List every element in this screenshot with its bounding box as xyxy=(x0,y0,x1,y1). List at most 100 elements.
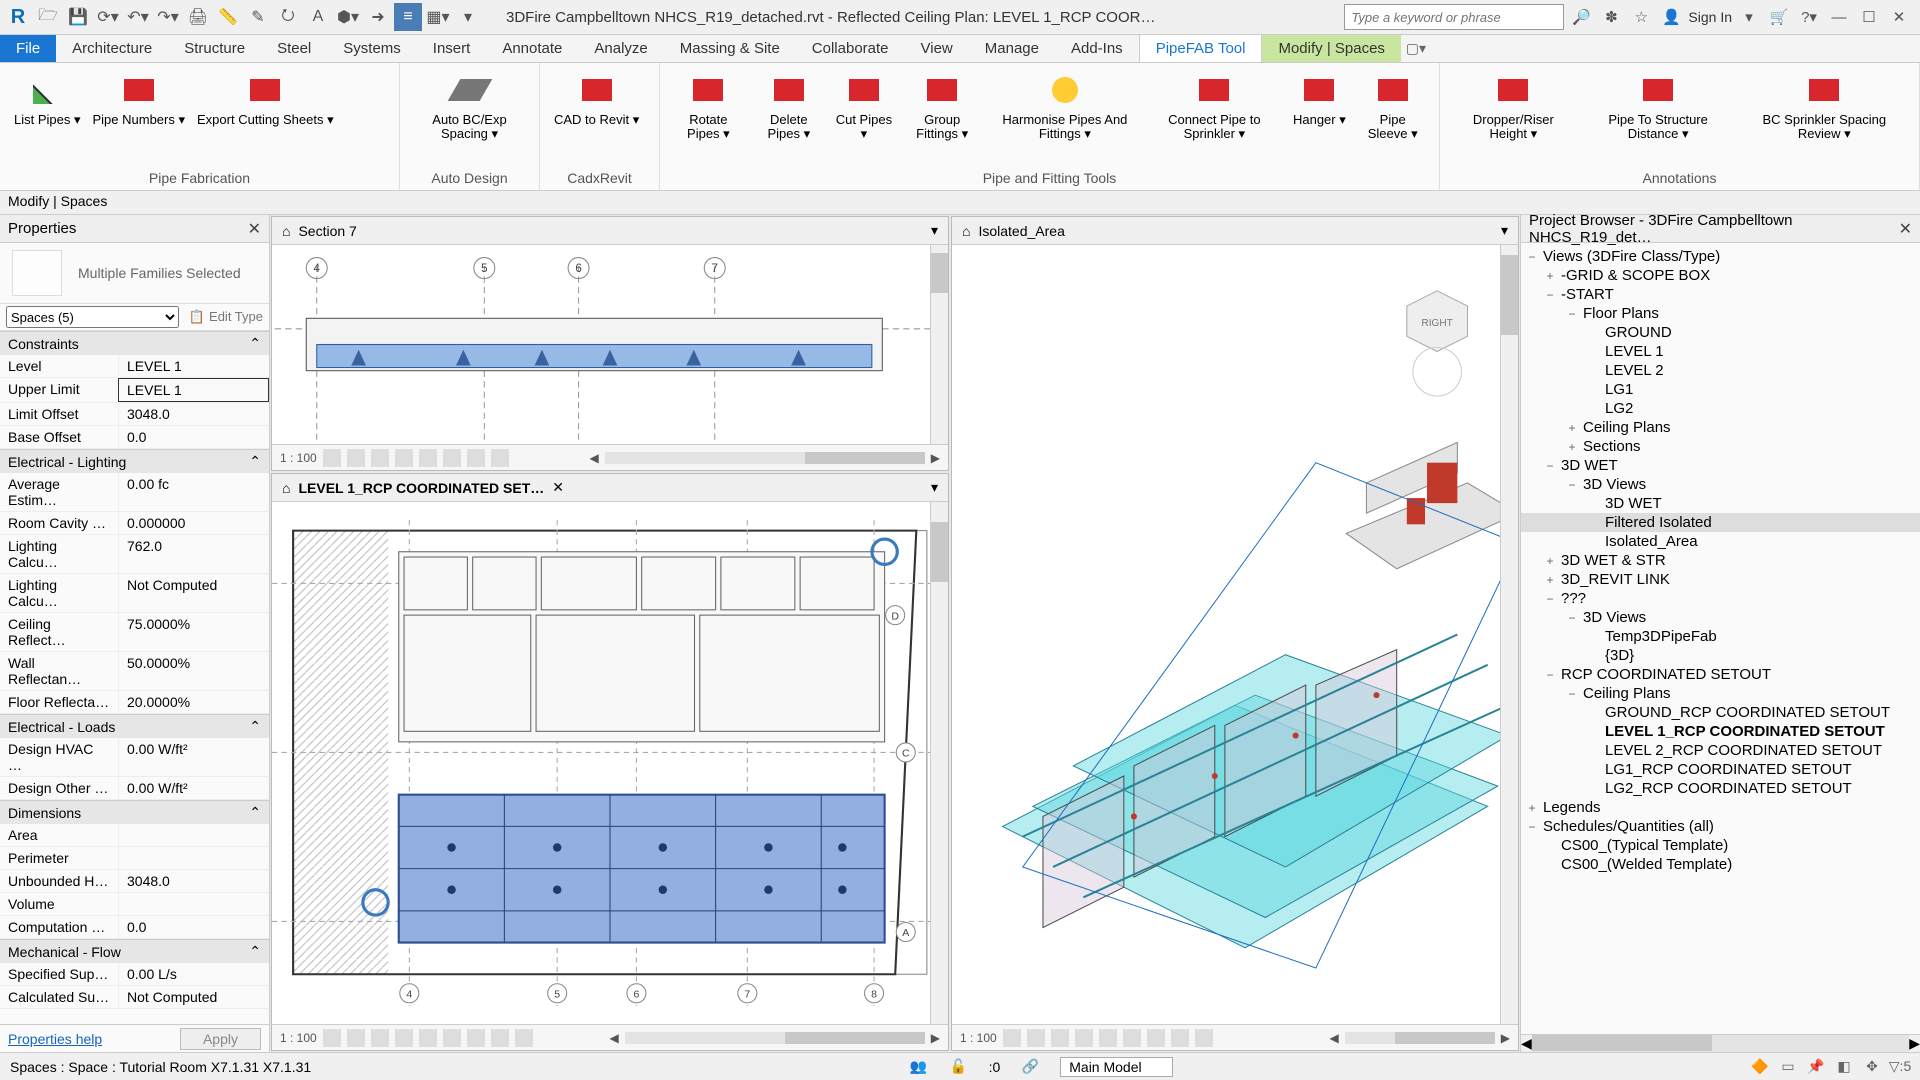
prop-row[interactable]: Volume xyxy=(0,893,269,916)
ribbon-export-cutting-sheets-button[interactable]: Export Cutting Sheets ▾ xyxy=(191,67,340,131)
prop-value[interactable]: 75.0000% xyxy=(118,613,269,651)
prop-group-mechanical-flow[interactable]: Mechanical - Flow⌃ xyxy=(0,939,269,963)
prop-value[interactable]: 3048.0 xyxy=(118,870,269,892)
hscroll-left-icon[interactable]: ◀ xyxy=(590,451,599,465)
ribbon-delete-pipes-button[interactable]: Delete Pipes ▾ xyxy=(749,67,829,146)
tree-node[interactable]: LEVEL 1 xyxy=(1521,342,1920,361)
tree-node[interactable]: LG2_RCP COORDINATED SETOUT xyxy=(1521,779,1920,798)
tree-node[interactable]: 3D WET xyxy=(1521,494,1920,513)
hscroll-left-icon[interactable]: ◀ xyxy=(1330,1031,1339,1045)
tab-insert[interactable]: Insert xyxy=(417,35,487,62)
signin-link[interactable]: Sign In xyxy=(1688,9,1732,25)
prop-value[interactable]: Not Computed xyxy=(118,986,269,1008)
view-home-icon[interactable]: ⌂ xyxy=(962,223,970,239)
ribbon-connect-pipe-to-sprinkler-button[interactable]: Connect Pipe to Sprinkler ▾ xyxy=(1144,67,1284,146)
prop-row[interactable]: Room Cavity …0.000000 xyxy=(0,512,269,535)
ribbon-pipe-sleeve-button[interactable]: Pipe Sleeve ▾ xyxy=(1354,67,1431,146)
tree-node[interactable]: GROUND xyxy=(1521,323,1920,342)
prop-row[interactable]: Floor Reflecta…20.0000% xyxy=(0,691,269,714)
tree-node[interactable]: +3D_REVIT LINK xyxy=(1521,570,1920,589)
filter-icon[interactable]: ▽:5 xyxy=(1890,1057,1910,1077)
qat-sync-icon[interactable]: ⟳▾ xyxy=(94,3,122,31)
user-icon[interactable]: 👤 xyxy=(1658,4,1684,30)
qat-switch-window-icon[interactable]: ▾ xyxy=(454,3,482,31)
vc-hide-icon[interactable] xyxy=(1147,1029,1165,1047)
vc-detail-icon[interactable] xyxy=(1003,1029,1021,1047)
tree-toggle-icon[interactable]: + xyxy=(1525,801,1539,815)
tree-node[interactable]: −Views (3DFire Class/Type) xyxy=(1521,247,1920,266)
minimize-icon[interactable]: — xyxy=(1826,4,1852,30)
tree-node[interactable]: LEVEL 1_RCP COORDINATED SETOUT xyxy=(1521,722,1920,741)
qat-measure-icon[interactable]: 📏 xyxy=(214,3,242,31)
instance-selector[interactable]: Spaces (5) xyxy=(6,306,179,328)
tree-toggle-icon[interactable]: − xyxy=(1565,478,1579,492)
isolated-view-canvas[interactable]: RIGHT xyxy=(952,245,1518,1024)
tree-node[interactable]: CS00_(Typical Template) xyxy=(1521,836,1920,855)
ribbon-auto-bc-exp-spacing-button[interactable]: Auto BC/Exp Spacing ▾ xyxy=(408,67,531,146)
search-icon[interactable]: 🔎 xyxy=(1568,4,1594,30)
tree-toggle-icon[interactable]: + xyxy=(1543,573,1557,587)
browser-hscroll[interactable]: ◀▶ xyxy=(1521,1034,1920,1052)
vc-sun-icon[interactable] xyxy=(371,449,389,467)
tree-toggle-icon[interactable]: − xyxy=(1543,668,1557,682)
hscroll-right-icon[interactable]: ▶ xyxy=(931,451,940,465)
tree-node[interactable]: −Floor Plans xyxy=(1521,304,1920,323)
vc-show-icon[interactable] xyxy=(443,449,461,467)
prop-row[interactable]: Design HVAC …0.00 W/ft² xyxy=(0,738,269,777)
tree-toggle-icon[interactable]: − xyxy=(1565,307,1579,321)
properties-help-link[interactable]: Properties help xyxy=(8,1031,102,1047)
prop-value[interactable]: 0.0 xyxy=(118,916,269,938)
properties-close-icon[interactable]: ✕ xyxy=(248,219,261,239)
prop-row[interactable]: Lighting Calcu…762.0 xyxy=(0,535,269,574)
view-tab-section[interactable]: Section 7 xyxy=(298,223,356,239)
prop-value[interactable]: 20.0000% xyxy=(118,691,269,713)
vc-style-icon[interactable] xyxy=(347,1029,365,1047)
prop-row[interactable]: Wall Reflectan…50.0000% xyxy=(0,652,269,691)
view-scale[interactable]: 1 : 100 xyxy=(280,451,317,465)
prop-row[interactable]: Ceiling Reflect…75.0000% xyxy=(0,613,269,652)
vc-sun-icon[interactable] xyxy=(371,1029,389,1047)
maximize-icon[interactable]: ☐ xyxy=(1856,4,1882,30)
prop-row[interactable]: Computation …0.0 xyxy=(0,916,269,939)
prop-value[interactable]: 50.0000% xyxy=(118,652,269,690)
prop-value[interactable] xyxy=(118,847,269,869)
apply-button[interactable]: Apply xyxy=(180,1028,261,1050)
tree-node[interactable]: −Schedules/Quantities (all) xyxy=(1521,817,1920,836)
view-tab-dropdown-icon[interactable]: ▾ xyxy=(931,222,938,239)
prop-row[interactable]: Unbounded H…3048.0 xyxy=(0,870,269,893)
signin-dropdown-icon[interactable]: ▾ xyxy=(1736,4,1762,30)
prop-value[interactable]: 0.00 L/s xyxy=(118,963,269,985)
vc-shadow-icon[interactable] xyxy=(1075,1029,1093,1047)
prop-row[interactable]: Base Offset0.0 xyxy=(0,426,269,449)
ribbon-list-pipes-button[interactable]: List Pipes ▾ xyxy=(8,67,87,131)
vc-reveal-icon[interactable] xyxy=(491,1029,509,1047)
ribbon-rotate-pipes-button[interactable]: Rotate Pipes ▾ xyxy=(668,67,749,146)
tree-node[interactable]: LG1 xyxy=(1521,380,1920,399)
app-store-icon[interactable]: 🛒 xyxy=(1766,4,1792,30)
prop-row[interactable]: Perimeter xyxy=(0,847,269,870)
tree-node[interactable]: +-GRID & SCOPE BOX xyxy=(1521,266,1920,285)
ribbon-cut-pipes-button[interactable]: Cut Pipes ▾ xyxy=(829,67,899,146)
workset-dropdown[interactable]: Main Model xyxy=(1060,1057,1172,1077)
prop-value[interactable]: 0.00 W/ft² xyxy=(118,777,269,799)
tree-node[interactable]: −-START xyxy=(1521,285,1920,304)
tree-node[interactable]: +Sections xyxy=(1521,437,1920,456)
ribbon-state-icon[interactable]: ▢▾ xyxy=(1401,35,1431,62)
prop-value[interactable]: 0.00 fc xyxy=(118,473,269,511)
prop-value[interactable]: 3048.0 xyxy=(118,403,269,425)
tree-toggle-icon[interactable]: + xyxy=(1543,554,1557,568)
tab-view[interactable]: View xyxy=(905,35,969,62)
tab-collaborate[interactable]: Collaborate xyxy=(796,35,905,62)
select-links-icon[interactable]: 🔶 xyxy=(1750,1057,1770,1077)
favorite-icon[interactable]: ☆ xyxy=(1628,4,1654,30)
tab-modify-spaces[interactable]: Modify | Spaces xyxy=(1262,35,1400,62)
tab-structure[interactable]: Structure xyxy=(168,35,261,62)
qat-3d-icon[interactable]: ⬢▾ xyxy=(334,3,362,31)
vc-hide-icon[interactable] xyxy=(467,449,485,467)
tree-node[interactable]: −3D Views xyxy=(1521,608,1920,627)
qat-undo-icon[interactable]: ↶▾ xyxy=(124,3,152,31)
tab-architecture[interactable]: Architecture xyxy=(56,35,168,62)
tree-node[interactable]: {3D} xyxy=(1521,646,1920,665)
tree-toggle-icon[interactable]: − xyxy=(1543,592,1557,606)
prop-value[interactable]: 0.000000 xyxy=(118,512,269,534)
